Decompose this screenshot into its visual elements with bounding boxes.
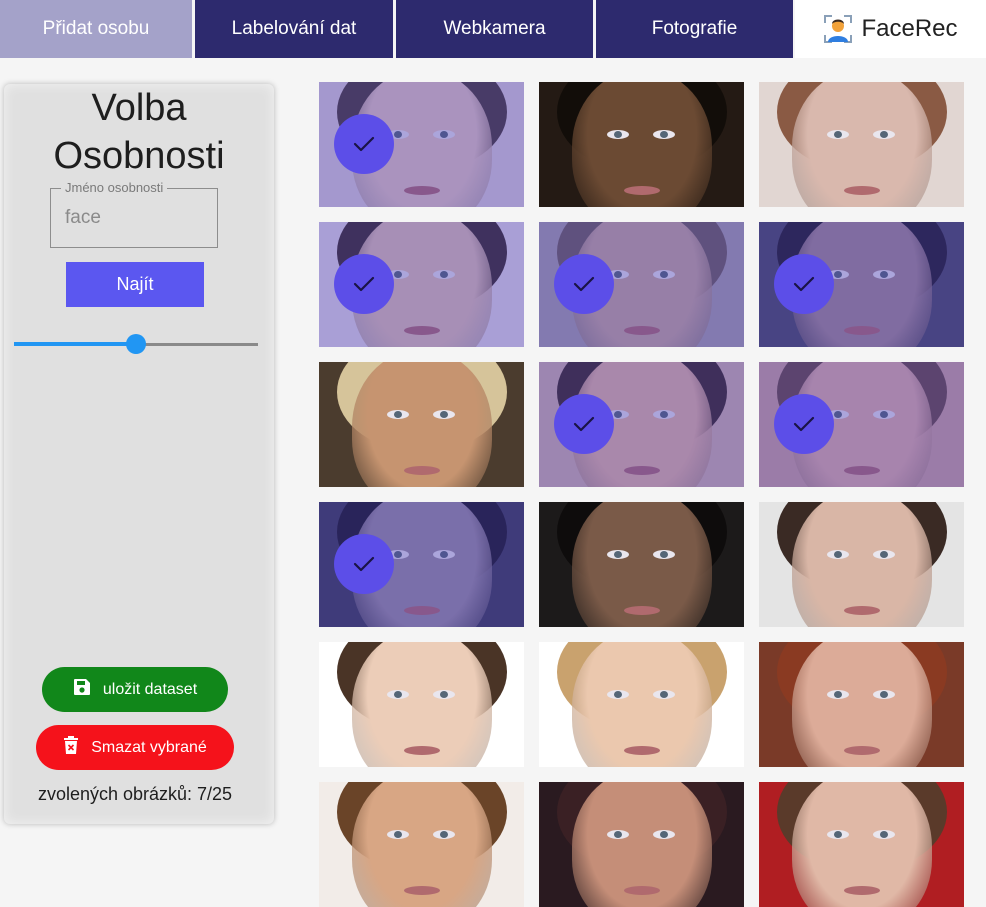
app-name: FaceRec xyxy=(861,15,958,42)
photo-lips xyxy=(843,606,880,615)
gallery-image[interactable] xyxy=(759,82,964,207)
photo-eye xyxy=(433,830,455,839)
person-name-field: Jméno osobnosti xyxy=(50,180,218,248)
delete-selected-label: Smazat vybrané xyxy=(91,738,207,756)
tab-webkamera[interactable]: Webkamera xyxy=(396,0,593,58)
user-face-icon xyxy=(823,14,853,44)
tab-labelovani-dat[interactable]: Labelování dat xyxy=(195,0,393,58)
trash-icon xyxy=(63,736,79,759)
photo-eye xyxy=(873,550,895,559)
photo-eye xyxy=(873,830,895,839)
save-dataset-button[interactable]: uložit dataset xyxy=(42,667,228,712)
photo-lips xyxy=(623,606,660,615)
photo-eye xyxy=(387,410,409,419)
gallery-image[interactable] xyxy=(759,782,964,907)
checkmark-icon[interactable] xyxy=(774,394,834,454)
photo-eye xyxy=(653,830,675,839)
gallery-image[interactable] xyxy=(539,222,744,347)
photo-eye xyxy=(653,130,675,139)
photo-eye xyxy=(433,690,455,699)
selected-count: zvolených obrázků: 7/25 xyxy=(37,784,233,804)
tab-label: Labelování dat xyxy=(231,18,357,39)
checkmark-icon[interactable] xyxy=(774,254,834,314)
panel-title-line2: Osobnosti xyxy=(53,135,225,177)
gallery-image[interactable] xyxy=(759,222,964,347)
app-logo[interactable]: FaceRec xyxy=(795,0,986,58)
checkmark-icon[interactable] xyxy=(554,394,614,454)
photo-lips xyxy=(403,466,440,475)
save-dataset-label: uložit dataset xyxy=(102,680,198,698)
photo-eye xyxy=(827,690,849,699)
photo-lips xyxy=(843,886,880,895)
gallery-image[interactable] xyxy=(319,222,524,347)
photo-eye xyxy=(607,550,629,559)
gallery-image[interactable] xyxy=(759,642,964,767)
photo-eye xyxy=(607,130,629,139)
photo-lips xyxy=(843,746,880,755)
tab-label: Přidat osobu xyxy=(42,18,150,39)
photo-lips xyxy=(623,746,660,755)
photo-eye xyxy=(433,410,455,419)
gallery-image[interactable] xyxy=(539,782,744,907)
checkmark-icon[interactable] xyxy=(334,114,394,174)
photo-lips xyxy=(623,186,660,195)
panel-title-line1: Volba xyxy=(91,87,187,129)
photo-eye xyxy=(387,830,409,839)
photo-eye xyxy=(607,830,629,839)
slider-track-empty xyxy=(136,343,258,346)
tab-fotografie[interactable]: Fotografie xyxy=(596,0,793,58)
checkmark-icon[interactable] xyxy=(334,534,394,594)
slider-track-filled xyxy=(14,342,136,346)
photo-eye xyxy=(653,690,675,699)
gallery-image[interactable] xyxy=(759,362,964,487)
floppy-disk-icon xyxy=(73,678,91,701)
gallery-image[interactable] xyxy=(759,502,964,627)
photo-eye xyxy=(827,830,849,839)
slider-thumb[interactable] xyxy=(126,334,146,354)
person-selection-panel: Volba Osobnosti Jméno osobnosti Najít ul… xyxy=(4,84,274,824)
photo-eye xyxy=(873,130,895,139)
checkmark-icon[interactable] xyxy=(554,254,614,314)
gallery-image[interactable] xyxy=(539,362,744,487)
gallery-image[interactable] xyxy=(539,82,744,207)
gallery-image[interactable] xyxy=(319,362,524,487)
photo-lips xyxy=(403,886,440,895)
gallery-image[interactable] xyxy=(319,782,524,907)
gallery-image[interactable] xyxy=(539,502,744,627)
tab-label: Webkamera xyxy=(443,18,546,39)
photo-eye xyxy=(827,550,849,559)
photo-eye xyxy=(607,690,629,699)
photo-eye xyxy=(873,690,895,699)
threshold-slider[interactable] xyxy=(14,334,258,354)
tab-pridat-osobu[interactable]: Přidat osobu xyxy=(0,0,192,58)
checkmark-icon[interactable] xyxy=(334,254,394,314)
photo-eye xyxy=(827,130,849,139)
gallery-image[interactable] xyxy=(539,642,744,767)
person-name-legend: Jméno osobnosti xyxy=(61,180,168,196)
photo-eye xyxy=(387,690,409,699)
tab-label: Fotografie xyxy=(651,18,738,39)
photo-eye xyxy=(653,550,675,559)
photo-lips xyxy=(403,746,440,755)
gallery-image[interactable] xyxy=(319,502,524,627)
gallery-image[interactable] xyxy=(319,82,524,207)
gallery-image[interactable] xyxy=(319,642,524,767)
person-name-input[interactable] xyxy=(65,207,205,229)
photo-lips xyxy=(623,886,660,895)
top-navigation: Přidat osobu Labelování dat Webkamera Fo… xyxy=(0,0,986,58)
photo-lips xyxy=(843,186,880,195)
find-button[interactable]: Najít xyxy=(66,262,204,307)
delete-selected-button[interactable]: Smazat vybrané xyxy=(36,725,234,770)
